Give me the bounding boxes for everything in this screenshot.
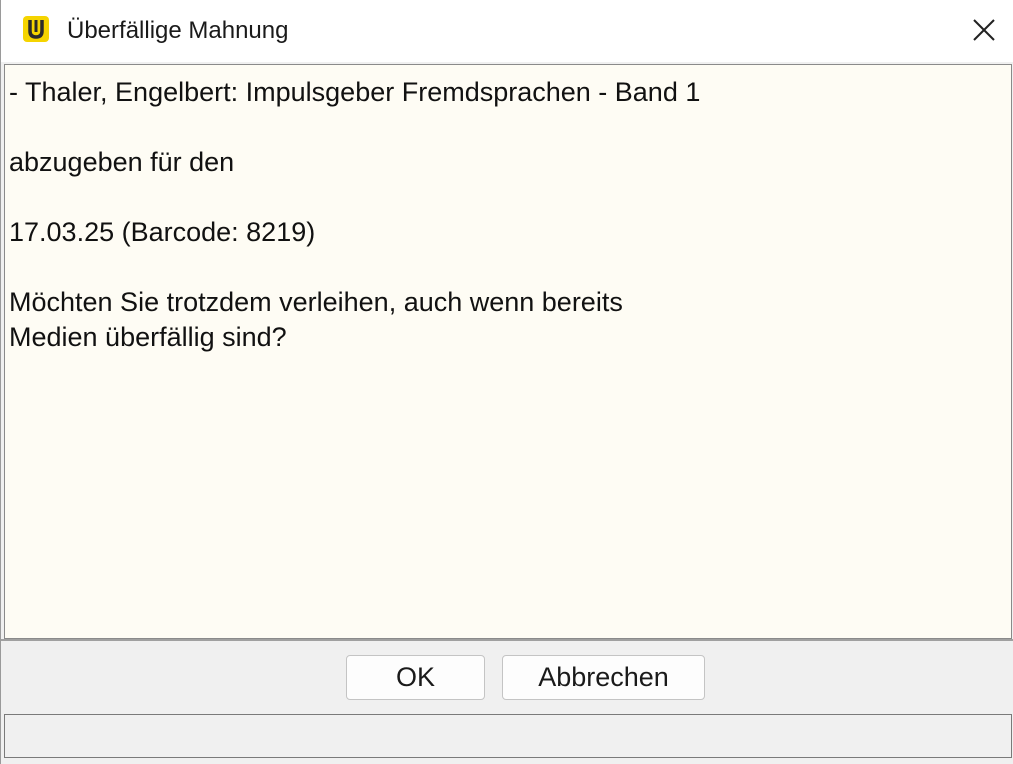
cancel-button[interactable]: Abbrechen	[502, 655, 705, 700]
window-title: Überfällige Mahnung	[67, 17, 289, 44]
dialog-window: Überfällige Mahnung - Thaler, Engelbert:…	[0, 0, 1013, 764]
close-icon	[973, 19, 995, 41]
title-bar: Überfällige Mahnung	[1, 0, 1013, 62]
message-text[interactable]: - Thaler, Engelbert: Impulsgeber Fremdsp…	[4, 64, 1012, 639]
divider	[1, 639, 1013, 641]
ok-button[interactable]: OK	[346, 655, 485, 700]
app-logo-icon	[21, 14, 51, 44]
close-button[interactable]	[964, 10, 1004, 50]
status-bar	[4, 714, 1012, 758]
